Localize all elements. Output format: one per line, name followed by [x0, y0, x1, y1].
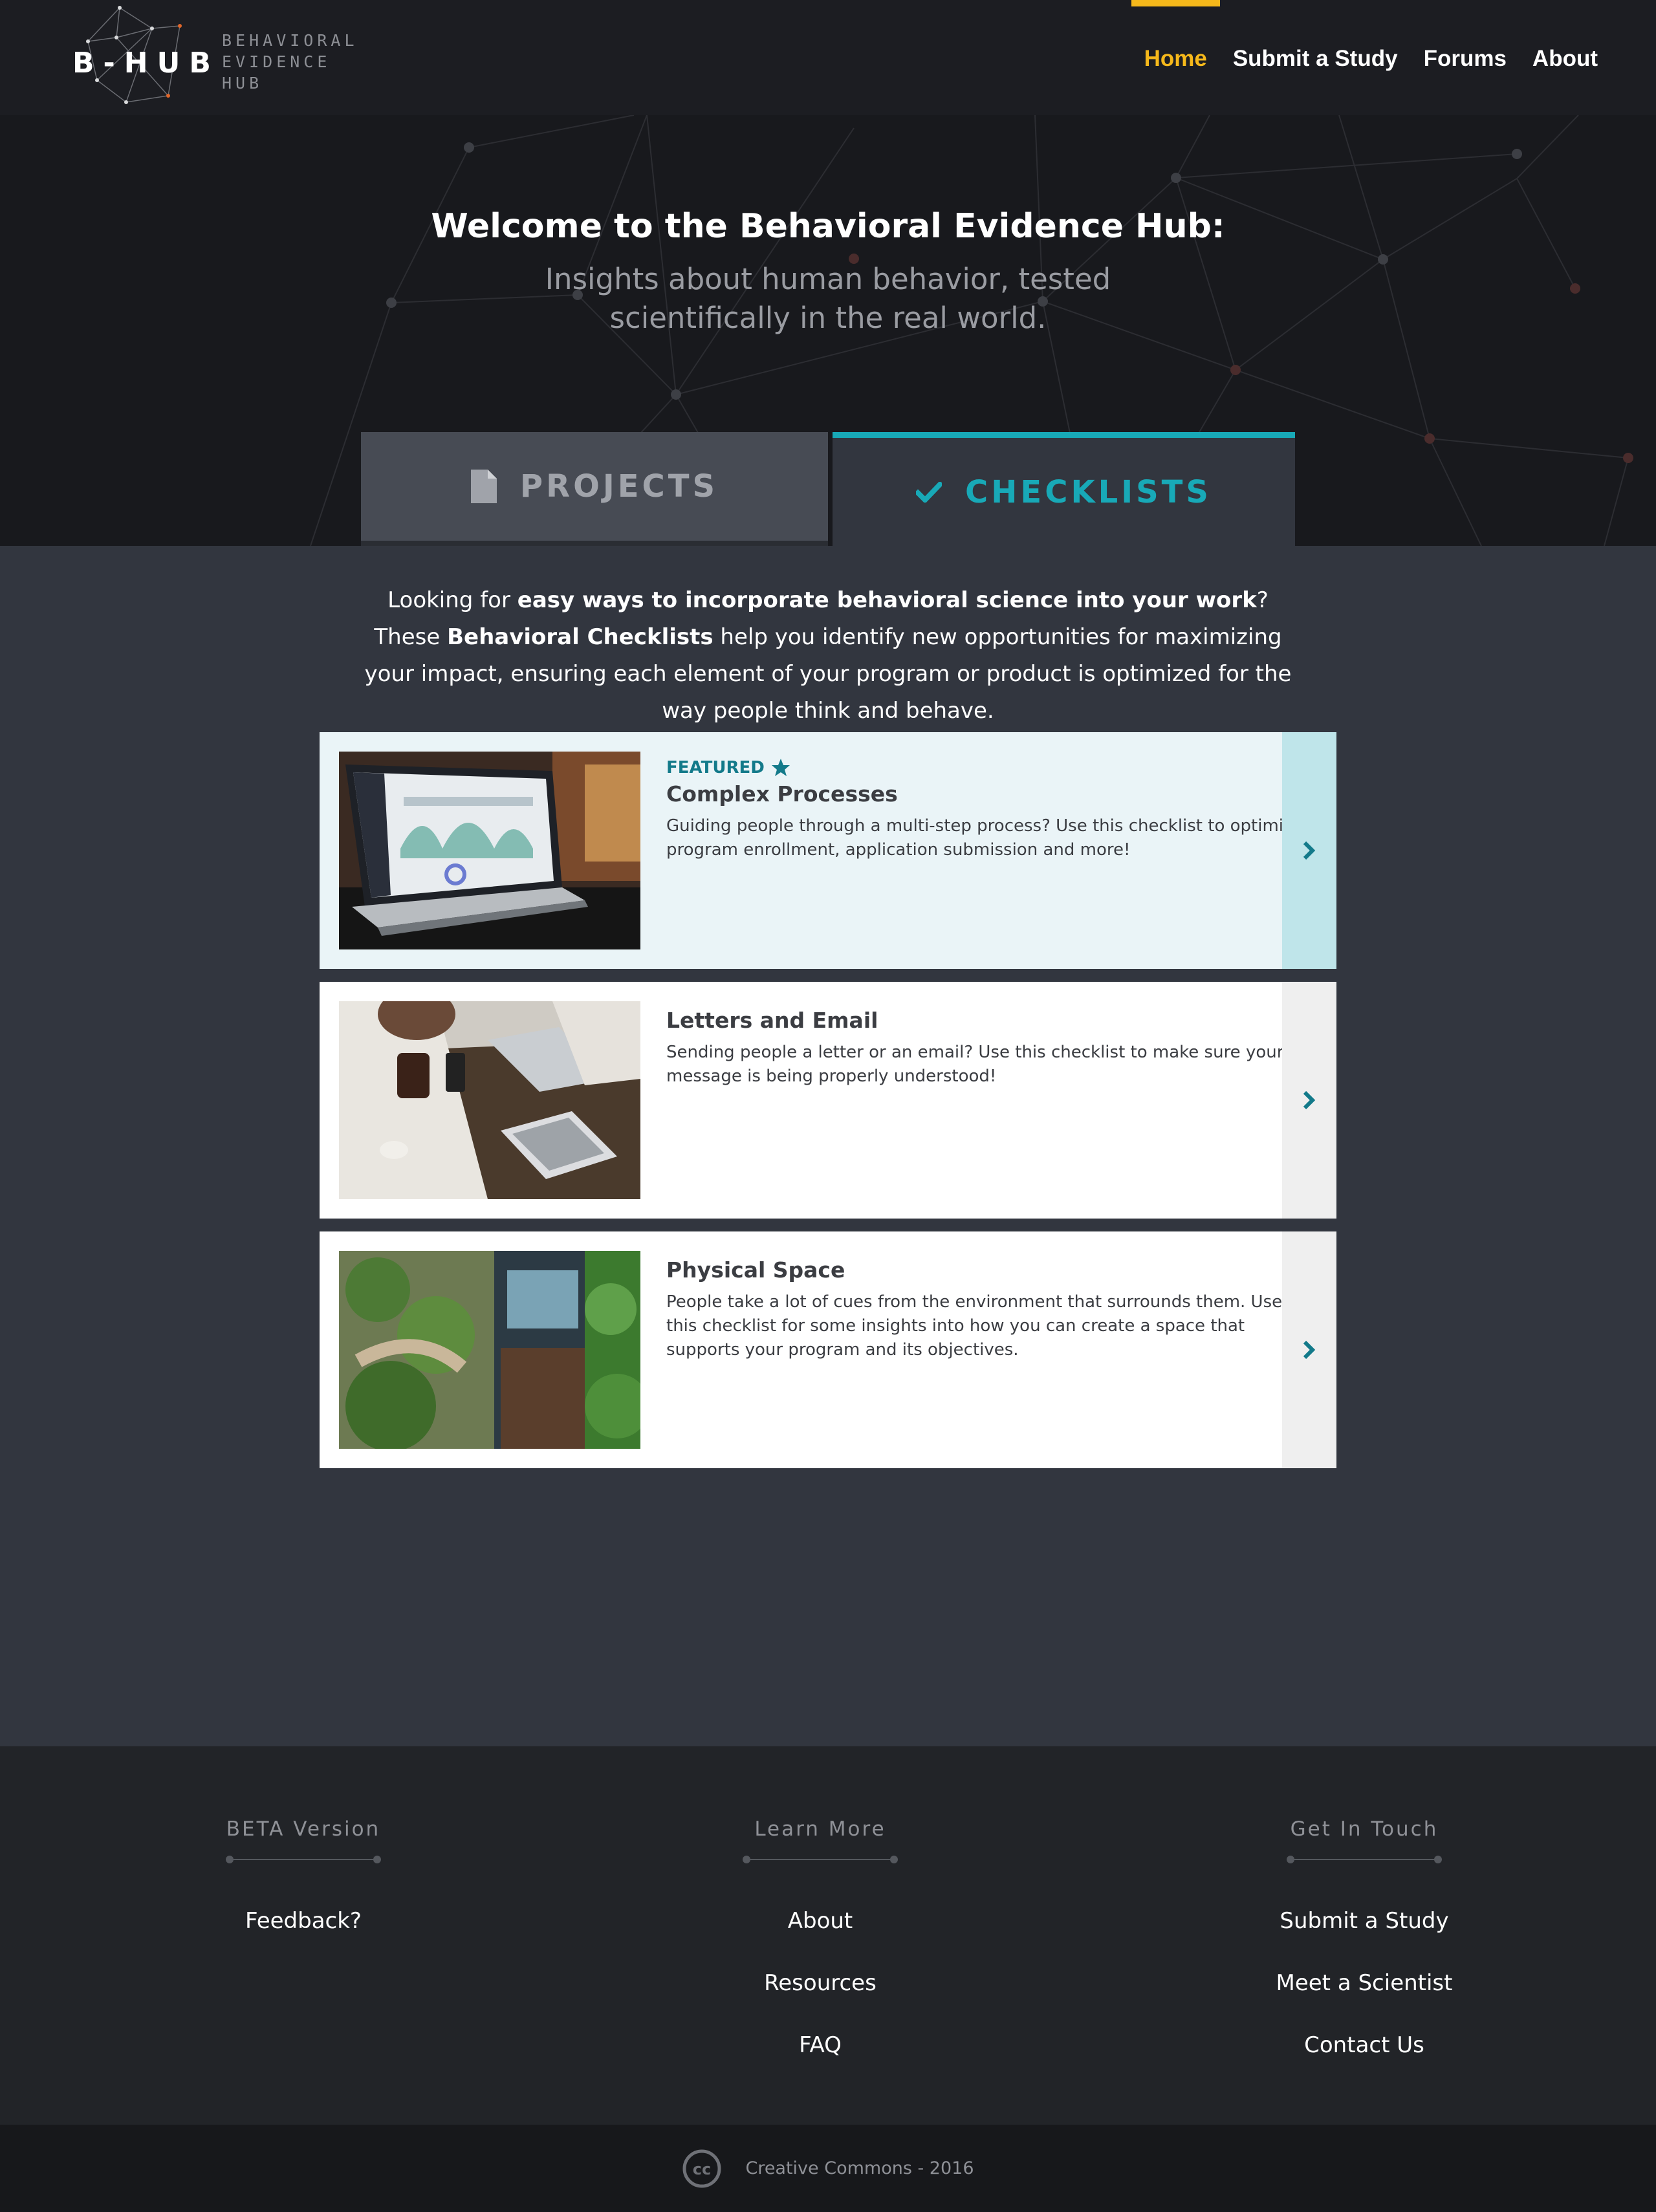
card-description: People take a lot of cues from the envir…	[666, 1292, 1283, 1360]
tab-checklists[interactable]: CHECKLISTS	[833, 432, 1295, 546]
card-title[interactable]: Letters and Email	[666, 1008, 1313, 1033]
checklists-intro: Looking for easy ways to incorporate beh…	[359, 582, 1297, 730]
copyright-bar: cc Creative Commons - 2016	[0, 2125, 1656, 2212]
card-title[interactable]: Complex Processes	[666, 781, 1313, 807]
footer-heading: Get In Touch	[1290, 1817, 1439, 1841]
logo-sub-line: EVIDENCE	[222, 52, 331, 71]
footer-link-meet-scientist[interactable]: Meet a Scientist	[1203, 1952, 1526, 2014]
tab-checklists-label: CHECKLISTS	[965, 473, 1212, 510]
footer-heading: BETA Version	[226, 1817, 381, 1841]
intro-text: Looking for	[387, 587, 518, 613]
nav-forums[interactable]: Forums	[1411, 0, 1520, 115]
footer-link-contact[interactable]: Contact Us	[1203, 2014, 1526, 2076]
chevron-right-icon	[1303, 1090, 1316, 1110]
tab-projects-label: PROJECTS	[519, 468, 719, 504]
logo-text[interactable]: B-HUB	[72, 47, 220, 80]
logo-sub-line: HUB	[222, 74, 263, 92]
main-nav: Home Submit a Study Forums About	[1131, 0, 1611, 115]
intro-emphasis: easy ways to incorporate behavioral scie…	[517, 587, 1257, 613]
footer-link-about[interactable]: About	[659, 1890, 982, 1952]
card-open-button[interactable]	[1282, 982, 1336, 1219]
svg-text:cc: cc	[693, 2160, 711, 2178]
hero-subtitle: Insights about human behavior, tested sc…	[545, 262, 1111, 335]
footer-link-faq[interactable]: FAQ	[659, 2014, 982, 2076]
logo-subtitle: BEHAVIORAL EVIDENCE HUB	[222, 30, 358, 94]
chevron-right-icon	[1303, 1340, 1316, 1360]
card-open-button[interactable]	[1282, 1231, 1336, 1468]
footer-col-beta: BETA Version Feedback?	[142, 1817, 465, 1952]
cafe-devices-photo	[339, 1001, 640, 1199]
cc-icon: cc	[682, 2149, 721, 2187]
footer-link-feedback[interactable]: Feedback?	[142, 1890, 465, 1952]
checklist-card-physical-space[interactable]: Physical Space People take a lot of cues…	[320, 1231, 1336, 1468]
card-title[interactable]: Physical Space	[666, 1257, 1313, 1283]
featured-badge: FEATURED	[666, 758, 1313, 777]
laptop-dashboard-photo	[339, 752, 640, 949]
file-icon	[470, 470, 497, 503]
tab-projects[interactable]: PROJECTS	[361, 432, 828, 546]
footer-divider	[743, 1855, 898, 1864]
footer-heading: Learn More	[754, 1817, 886, 1841]
checklist-card-letters-email[interactable]: Letters and Email Sending people a lette…	[320, 982, 1336, 1219]
footer-divider	[1287, 1855, 1442, 1864]
footer-link-resources[interactable]: Resources	[659, 1952, 982, 2014]
check-icon	[916, 481, 942, 503]
footer: BETA Version Feedback? Learn More About …	[0, 1746, 1656, 2125]
copyright-text: Creative Commons - 2016	[745, 2158, 974, 2178]
nav-home[interactable]: Home	[1131, 0, 1221, 115]
card-description: Guiding people through a multi-step proc…	[666, 816, 1303, 860]
nav-about[interactable]: About	[1520, 0, 1611, 115]
footer-col-get-in-touch: Get In Touch Submit a Study Meet a Scien…	[1203, 1817, 1526, 2076]
footer-link-submit-study[interactable]: Submit a Study	[1203, 1890, 1526, 1952]
nav-submit-study[interactable]: Submit a Study	[1220, 0, 1411, 115]
hero-banner: Welcome to the Behavioral Evidence Hub: …	[0, 115, 1656, 546]
hero-title: Welcome to the Behavioral Evidence Hub:	[431, 207, 1225, 246]
chevron-right-icon	[1303, 841, 1316, 860]
card-description: Sending people a letter or an email? Use…	[666, 1043, 1284, 1086]
studio-garden-photo	[339, 1251, 640, 1449]
footer-divider	[226, 1855, 381, 1864]
featured-label: FEATURED	[666, 758, 765, 777]
star-icon	[771, 759, 790, 776]
card-open-button[interactable]	[1282, 732, 1336, 969]
footer-col-learn-more: Learn More About Resources FAQ	[659, 1817, 982, 2076]
checklist-card-complex-processes[interactable]: FEATURED Complex Processes Guiding peopl…	[320, 732, 1336, 969]
logo-sub-line: BEHAVIORAL	[222, 31, 358, 50]
intro-emphasis: Behavioral Checklists	[447, 624, 714, 650]
top-navbar: B-HUB BEHAVIORAL EVIDENCE HUB Home Submi…	[0, 0, 1656, 115]
